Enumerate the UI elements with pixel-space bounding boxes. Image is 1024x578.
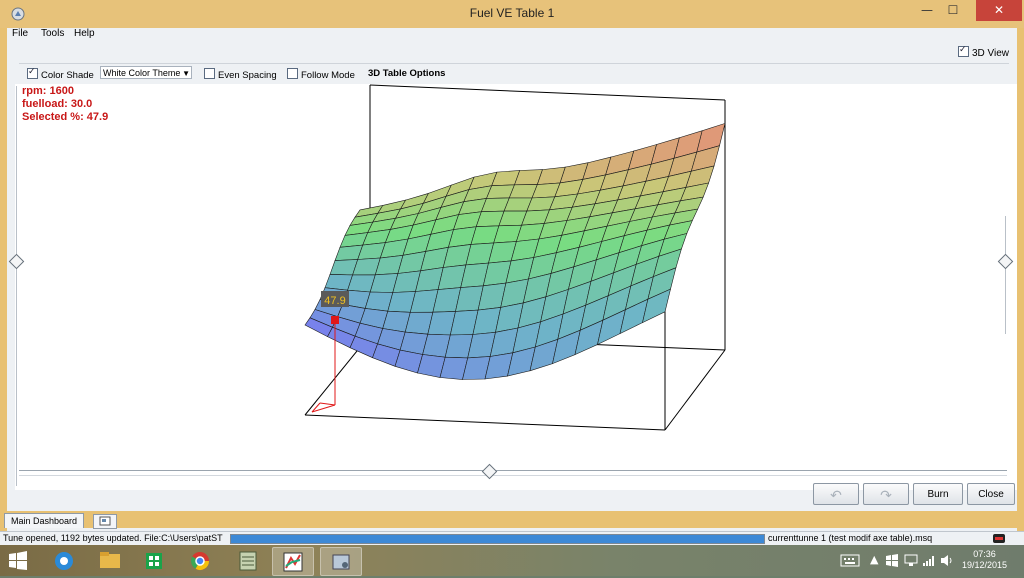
box-edge	[369, 84, 726, 101]
internet-explorer-icon	[55, 552, 73, 570]
selected-readout: Selected %: 47.9	[22, 111, 109, 123]
menu-tools[interactable]: Tools	[41, 28, 64, 39]
taskbar-app[interactable]	[320, 547, 362, 576]
dialog-buttons: ↶ ↷ Burn Close	[807, 483, 1017, 507]
redo-button[interactable]: ↷	[863, 483, 909, 505]
maximize-button[interactable]: ☐	[940, 0, 966, 21]
add-tab-button[interactable]	[93, 514, 117, 529]
app-window: Fuel VE Table 1 — ☐ ✕ File Tools Help 3D…	[0, 0, 1024, 531]
burn-button[interactable]: Burn	[913, 483, 963, 505]
status-bar: Tune opened, 1192 bytes updated. File:C:…	[0, 531, 1024, 545]
theme-select-value: White Color Theme	[103, 68, 181, 78]
clock-time: 07:36	[973, 549, 996, 559]
app-window-icon	[332, 554, 350, 570]
close-window-button[interactable]: ✕	[976, 0, 1022, 21]
surface-cell[interactable]	[696, 122, 726, 153]
selected-cell-marker[interactable]	[331, 316, 339, 324]
color-shade-label: Color Shade	[41, 70, 94, 81]
view-3d-toggle[interactable]: 3D View	[957, 44, 1009, 59]
undo-button[interactable]: ↶	[813, 483, 859, 505]
menu-bar: File Tools Help	[7, 28, 1017, 42]
theme-select[interactable]: White Color Theme ▼	[100, 66, 192, 79]
rotate-vertical-slider-right[interactable]	[997, 216, 1014, 334]
even-spacing-label: Even Spacing	[218, 70, 277, 81]
follow-mode-checkbox[interactable]	[287, 68, 298, 79]
close-button[interactable]: Close	[967, 483, 1015, 505]
slider-thumb-left[interactable]	[8, 253, 25, 270]
keyboard-icon[interactable]	[840, 554, 860, 567]
spreadsheet-icon	[239, 551, 257, 571]
ve-surface-plot[interactable]: 47.9	[15, 84, 1017, 490]
taskbar-tunerstudio[interactable]	[272, 547, 314, 576]
tune-file-name: currenttunne 1 (test modif axe table).ms…	[768, 533, 933, 543]
view-3d-label: 3D View	[971, 48, 1009, 59]
color-shade-checkbox[interactable]	[27, 66, 38, 79]
follow-mode-option[interactable]: Follow Mode	[287, 68, 355, 81]
color-shade-option[interactable]: Color Shade	[27, 66, 94, 81]
window-client-area: File Tools Help 3D View Color Shade Whit…	[7, 28, 1017, 531]
dashboard-tab-bar: Main Dashboard	[0, 511, 1024, 529]
dropdown-arrow-icon: ▼	[182, 69, 190, 78]
add-dashboard-icon	[99, 516, 111, 526]
taskbar-calculator[interactable]	[228, 547, 268, 574]
volume-icon[interactable]	[940, 554, 954, 567]
even-spacing-checkbox[interactable]	[204, 68, 215, 79]
fuelload-readout: fuelload: 30.0	[22, 98, 93, 110]
taskbar-clock[interactable]: 07:36 19/12/2015	[962, 549, 1007, 571]
title-bar[interactable]: Fuel VE Table 1 — ☐ ✕	[0, 0, 1024, 28]
cell-readout: rpm: 1600 fuelload: 30.0 Selected %: 47.…	[22, 85, 108, 124]
network-icon[interactable]	[904, 554, 918, 567]
box-edge	[664, 349, 726, 431]
options-toolbar: Color Shade White Color Theme▼ Even Spac…	[19, 63, 1009, 82]
windows-taskbar: ▲ 07:36 19/12/2015	[0, 545, 1024, 576]
window-title: Fuel VE Table 1	[469, 6, 555, 20]
ve-3d-canvas[interactable]: 47.9	[15, 84, 1017, 490]
taskbar-explorer[interactable]	[90, 547, 130, 574]
windows-start-icon[interactable]	[8, 551, 28, 571]
signal-icon[interactable]	[922, 554, 936, 567]
rotate-horizontal-slider[interactable]	[19, 463, 1007, 480]
tunerstudio-icon	[283, 552, 303, 572]
file-explorer-icon	[100, 552, 120, 568]
tab-main-dashboard[interactable]: Main Dashboard	[4, 513, 85, 528]
clock-date: 19/12/2015	[962, 560, 1008, 570]
rotate-vertical-slider-left[interactable]	[8, 86, 25, 486]
taskbar-chrome[interactable]	[180, 547, 220, 574]
taskbar-store[interactable]	[134, 547, 174, 574]
progress-bar	[230, 534, 765, 544]
ecu-status-icon	[993, 534, 1005, 543]
show-hidden-icons-icon[interactable]: ▲	[870, 553, 878, 566]
taskbar-ie[interactable]	[44, 547, 84, 574]
even-spacing-option[interactable]: Even Spacing	[204, 68, 277, 81]
minimize-button[interactable]: —	[914, 0, 940, 21]
windows-flag-icon[interactable]	[885, 554, 899, 567]
menu-help[interactable]: Help	[74, 28, 95, 39]
chrome-icon	[190, 552, 209, 571]
table-options-button[interactable]: 3D Table Options	[368, 68, 445, 79]
follow-mode-label: Follow Mode	[301, 70, 355, 81]
menu-file[interactable]: File	[12, 28, 28, 39]
box-edge	[304, 414, 666, 431]
view-3d-checkbox[interactable]	[957, 44, 969, 57]
selected-value-label: 47.9	[324, 295, 345, 307]
status-message: Tune opened, 1192 bytes updated. File:C:…	[3, 533, 223, 543]
selected-drop-line	[319, 402, 336, 406]
rpm-readout: rpm: 1600	[22, 85, 74, 97]
store-icon	[146, 553, 162, 569]
